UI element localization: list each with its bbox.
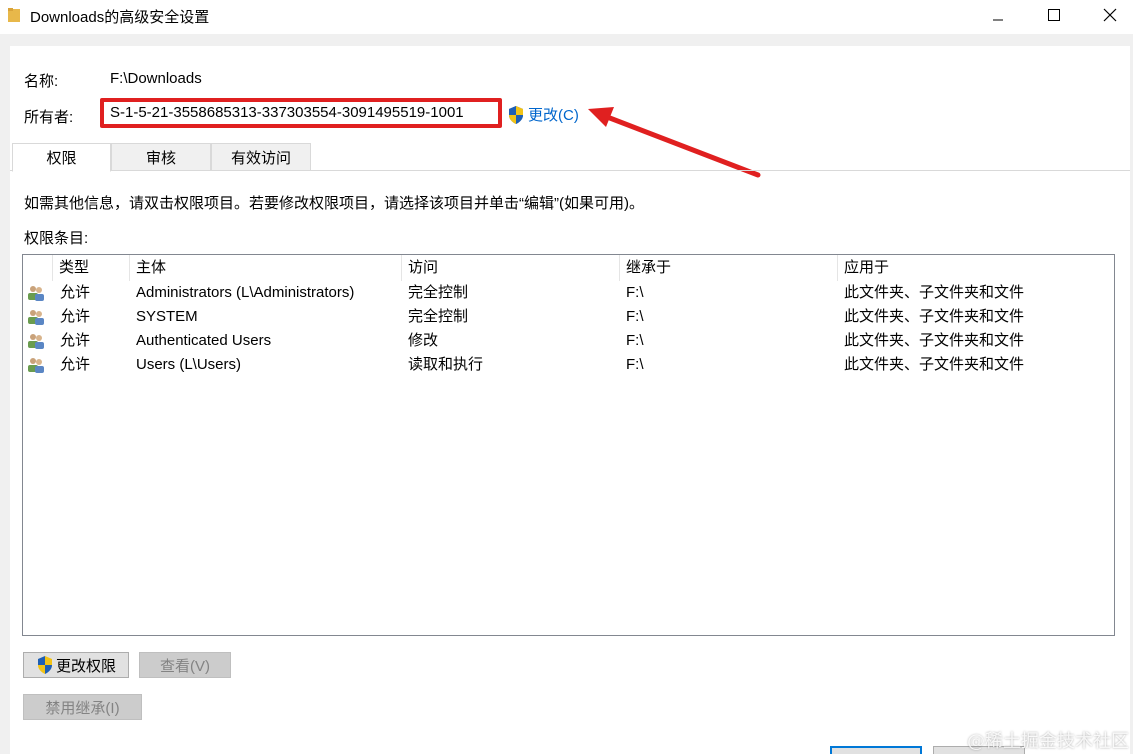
column-header-type[interactable]: 类型 — [53, 255, 130, 281]
column-header-principal[interactable]: 主体 — [130, 255, 402, 281]
ok-button[interactable] — [830, 746, 922, 754]
change-owner-link[interactable]: 更改(C) — [507, 104, 579, 125]
column-header-inherited-from[interactable]: 继承于 — [620, 255, 838, 281]
row-access: 修改 — [408, 332, 439, 349]
row-principal: SYSTEM — [136, 308, 198, 325]
row-type: 允许 — [60, 308, 91, 325]
row-access: 读取和执行 — [408, 356, 484, 373]
row-type: 允许 — [60, 356, 91, 373]
window-title: Downloads的高级安全设置 — [30, 9, 210, 26]
row-type: 允许 — [60, 284, 91, 301]
change-permissions-label: 更改权限 — [55, 657, 116, 675]
row-applies-to: 此文件夹、子文件夹和文件 — [844, 308, 1025, 325]
row-applies-to: 此文件夹、子文件夹和文件 — [844, 332, 1025, 349]
row-inherited-from: F:\ — [626, 356, 644, 373]
disable-inheritance-button[interactable]: 禁用继承(I) — [23, 694, 142, 720]
view-button[interactable]: 查看(V) — [139, 652, 231, 678]
tab-strip: 权限 审核 有效访问 — [10, 143, 1130, 172]
row-inherited-from: F:\ — [626, 284, 644, 301]
entries-label: 权限条目: — [24, 230, 89, 247]
minimize-icon — [993, 19, 1003, 21]
folder-icon — [8, 8, 20, 22]
row-principal: Administrators (L\Administrators) — [136, 284, 355, 301]
row-inherited-from: F:\ — [626, 308, 644, 325]
maximize-button[interactable] — [1031, 0, 1077, 30]
permission-entries-list[interactable]: 类型 主体 访问 继承于 应用于 允许 Administrators (L\Ad… — [22, 254, 1115, 636]
shield-icon — [37, 656, 52, 674]
dialog-content: 名称: F:\Downloads 所有者: S-1-5-21-355868531… — [10, 46, 1130, 754]
owner-value: S-1-5-21-3558685313-337303554-3091495519… — [100, 98, 502, 128]
users-icon — [28, 310, 44, 325]
table-row[interactable]: 允许 Administrators (L\Administrators) 完全控… — [23, 281, 1114, 305]
tab-effective-access[interactable]: 有效访问 — [211, 143, 311, 171]
users-icon — [28, 358, 44, 373]
watermark: @稀土掘金技术社区 — [967, 731, 1129, 752]
column-header-access[interactable]: 访问 — [402, 255, 620, 281]
row-applies-to: 此文件夹、子文件夹和文件 — [844, 284, 1025, 301]
title-bar: Downloads的高级安全设置 — [0, 0, 1133, 34]
info-text: 如需其他信息，请双击权限项目。若要修改权限项目，请选择该项目并单击“编辑”(如果… — [24, 195, 644, 212]
tab-auditing[interactable]: 审核 — [111, 143, 211, 171]
close-icon — [1103, 8, 1117, 22]
icon-column-header — [23, 255, 53, 281]
row-principal: Authenticated Users — [136, 332, 272, 349]
row-inherited-from: F:\ — [626, 332, 644, 349]
name-label: 名称: — [24, 73, 59, 90]
name-value: F:\Downloads — [110, 70, 202, 87]
column-header-applies-to[interactable]: 应用于 — [838, 255, 1114, 281]
list-header: 类型 主体 访问 继承于 应用于 — [23, 255, 1114, 281]
shield-icon — [509, 105, 523, 124]
row-type: 允许 — [60, 332, 91, 349]
users-icon — [28, 286, 44, 301]
close-button[interactable] — [1087, 0, 1133, 30]
row-access: 完全控制 — [408, 308, 469, 325]
row-access: 完全控制 — [408, 284, 469, 301]
tab-permissions[interactable]: 权限 — [12, 143, 111, 172]
row-principal: Users (L\Users) — [136, 356, 242, 373]
row-applies-to: 此文件夹、子文件夹和文件 — [844, 356, 1025, 373]
table-row[interactable]: 允许 SYSTEM 完全控制 F:\ 此文件夹、子文件夹和文件 — [23, 305, 1114, 329]
maximize-icon — [1048, 9, 1060, 21]
change-permissions-button[interactable]: 更改权限 — [23, 652, 129, 678]
change-owner-label: 更改(C) — [528, 107, 579, 124]
table-row[interactable]: 允许 Users (L\Users) 读取和执行 F:\ 此文件夹、子文件夹和文… — [23, 353, 1114, 377]
table-row[interactable]: 允许 Authenticated Users 修改 F:\ 此文件夹、子文件夹和… — [23, 329, 1114, 353]
owner-label: 所有者: — [24, 109, 74, 126]
minimize-button[interactable] — [975, 0, 1021, 30]
users-icon — [28, 334, 44, 349]
